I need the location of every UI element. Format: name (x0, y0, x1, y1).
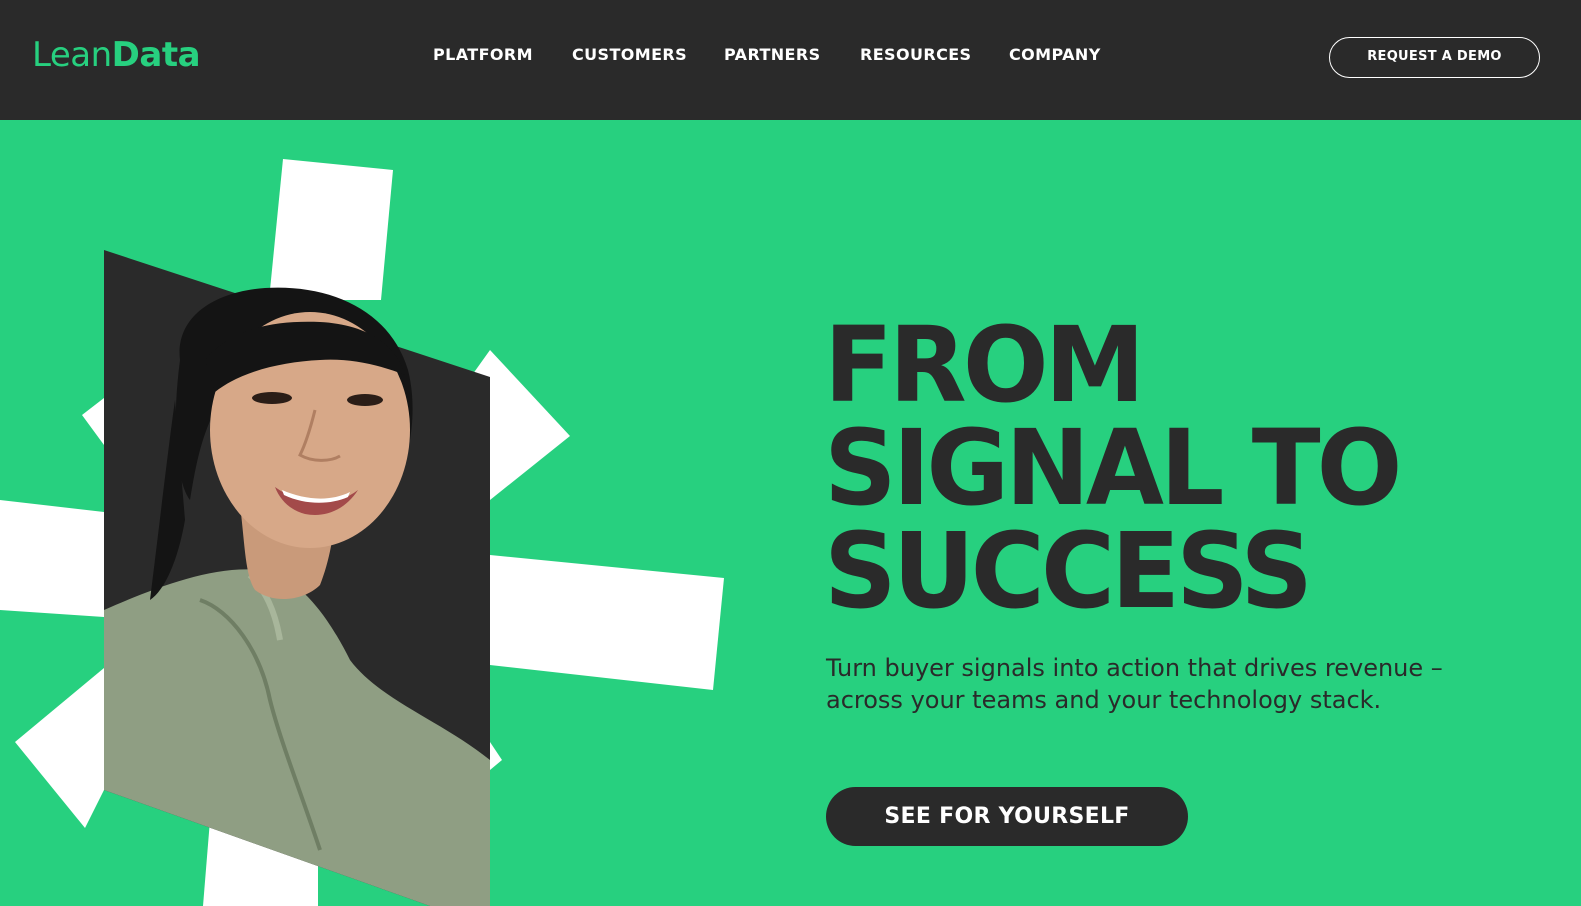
logo-text-lean: Lean (32, 35, 112, 75)
nav-item-platform[interactable]: PLATFORM (433, 42, 533, 68)
nav-item-partners[interactable]: PARTNERS (724, 42, 821, 68)
see-for-yourself-button[interactable]: SEE FOR YOURSELF (826, 787, 1188, 846)
leandata-logo[interactable]: LeanData (32, 34, 201, 76)
hero-subheadline-line-1: Turn buyer signals into action that driv… (826, 654, 1443, 682)
top-navbar: LeanData PLATFORM CUSTOMERS PARTNERS RES… (0, 0, 1581, 120)
asterisk-arm-left (0, 500, 104, 617)
asterisk-arm-left-upper (82, 398, 104, 445)
hero-subheadline: Turn buyer signals into action that driv… (826, 652, 1526, 716)
logo-text-data: Data (111, 35, 201, 75)
asterisk-arm-top (269, 159, 393, 300)
hero-headline: FROM SIGNAL TO SUCCESS (824, 304, 1522, 632)
hero-headline-line-1: FROM (824, 304, 1145, 426)
nav-item-customers[interactable]: CUSTOMERS (572, 42, 687, 68)
nav-item-company[interactable]: COMPANY (1009, 42, 1101, 68)
nav-item-resources[interactable]: RESOURCES (860, 42, 971, 68)
hero-illustration (0, 159, 724, 906)
asterisk-arm-right (490, 555, 724, 690)
hero-subheadline-line-2: across your teams and your technology st… (826, 686, 1382, 714)
asterisk-arm-right-lower (490, 742, 502, 770)
request-demo-button[interactable]: REQUEST A DEMO (1329, 37, 1540, 78)
hero-headline-line-2: SIGNAL TO (824, 407, 1402, 529)
hero-headline-line-3: SUCCESS (824, 510, 1313, 632)
asterisk-arm-left-lower (15, 668, 104, 828)
